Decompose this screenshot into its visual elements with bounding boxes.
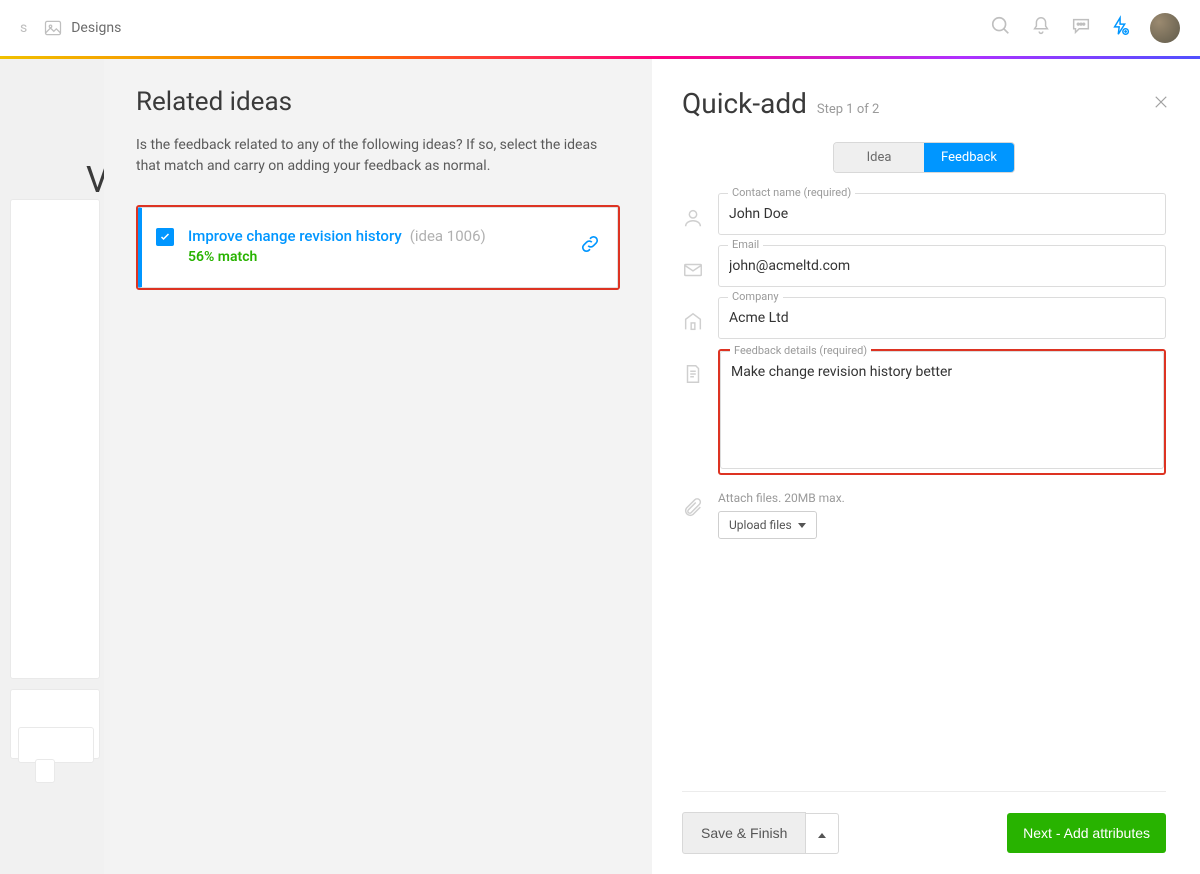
check-icon — [159, 231, 171, 243]
paperclip-icon — [682, 491, 704, 523]
upload-files-label: Upload files — [729, 518, 792, 532]
idea-card[interactable]: Improve change revision history (idea 10… — [136, 205, 620, 290]
toggle-feedback[interactable]: Feedback — [924, 143, 1014, 172]
details-textarea[interactable] — [720, 351, 1164, 469]
quick-add-title: Quick-add — [682, 87, 807, 120]
contact-label: Contact name (required) — [728, 186, 855, 199]
idea-checkbox[interactable] — [156, 228, 174, 246]
save-finish-button[interactable]: Save & Finish — [682, 812, 806, 854]
backdrop-panel: V — [0, 59, 104, 874]
related-ideas-panel: Related ideas Is the feedback related to… — [104, 59, 652, 874]
image-icon — [43, 18, 63, 38]
search-icon[interactable] — [990, 15, 1012, 41]
contact-input[interactable] — [718, 193, 1166, 235]
save-finish-dropdown[interactable] — [806, 813, 839, 854]
lightning-icon[interactable] — [1110, 15, 1132, 41]
envelope-icon — [682, 245, 704, 285]
idea-match: 56% match — [188, 249, 565, 265]
company-icon — [682, 297, 704, 337]
quick-add-overlay: Related ideas Is the feedback related to… — [104, 59, 1200, 874]
attach-hint: Attach files. 20MB max. — [718, 491, 845, 505]
letter-s: s — [20, 20, 27, 36]
toggle-idea[interactable]: Idea — [834, 143, 924, 172]
quick-add-panel: Quick-add Step 1 of 2 Idea Feedback Cont… — [652, 59, 1200, 874]
chat-icon[interactable] — [1070, 15, 1092, 41]
idea-title: Improve change revision history — [188, 227, 402, 245]
feedback-form: Contact name (required) Email Company — [682, 193, 1166, 539]
company-input[interactable] — [718, 297, 1166, 339]
quick-add-step: Step 1 of 2 — [817, 102, 879, 117]
nav-designs-label: Designs — [71, 20, 121, 36]
chevron-up-icon — [818, 833, 826, 838]
upload-files-button[interactable]: Upload files — [718, 511, 817, 539]
document-icon — [682, 349, 704, 389]
footer-bar: Save & Finish Next - Add attributes — [682, 791, 1166, 854]
bell-icon[interactable] — [1030, 15, 1052, 41]
email-input[interactable] — [718, 245, 1166, 287]
details-label: Feedback details (required) — [730, 344, 871, 357]
idea-ref: (idea 1006) — [410, 227, 486, 245]
company-label: Company — [728, 290, 783, 303]
top-bar: s Designs — [0, 0, 1200, 56]
link-icon[interactable] — [579, 233, 601, 259]
close-icon[interactable] — [1152, 93, 1170, 115]
avatar[interactable] — [1150, 13, 1180, 43]
type-toggle: Idea Feedback — [833, 142, 1015, 173]
person-icon — [682, 193, 704, 233]
related-intro: Is the feedback related to any of the fo… — [136, 135, 620, 177]
chevron-down-icon — [798, 523, 806, 528]
email-label: Email — [728, 238, 763, 251]
next-button[interactable]: Next - Add attributes — [1007, 813, 1166, 853]
related-title: Related ideas — [136, 87, 620, 117]
nav-designs[interactable]: Designs — [43, 18, 121, 38]
